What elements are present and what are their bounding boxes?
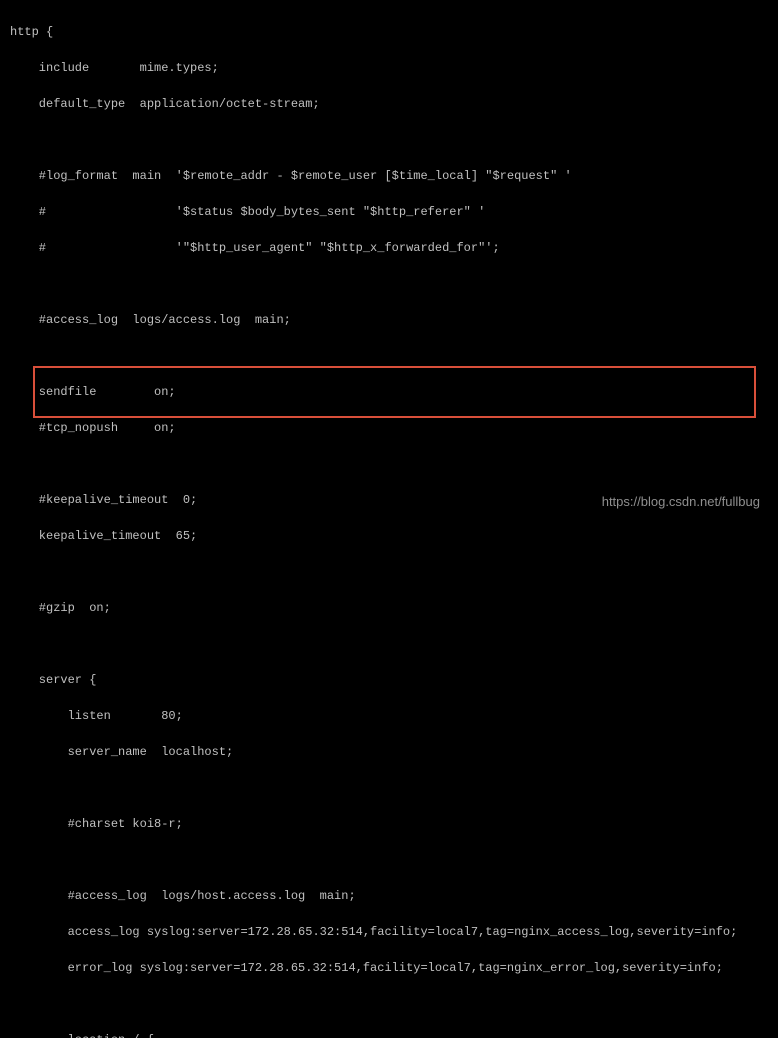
nginx-config-code: http { include mime.types; default_type … xyxy=(10,5,778,1038)
code-line: # '"$http_user_agent" "$http_x_forwarded… xyxy=(10,239,778,257)
code-line: #access_log logs/host.access.log main; xyxy=(10,887,778,905)
code-line: http { xyxy=(10,23,778,41)
code-line xyxy=(10,779,778,797)
code-line: access_log syslog:server=172.28.65.32:51… xyxy=(10,923,778,941)
code-line xyxy=(10,995,778,1013)
code-line: #access_log logs/access.log main; xyxy=(10,311,778,329)
code-line: include mime.types; xyxy=(10,59,778,77)
code-line xyxy=(10,635,778,653)
code-line xyxy=(10,851,778,869)
code-line: server_name localhost; xyxy=(10,743,778,761)
code-line: location / { xyxy=(10,1031,778,1038)
code-line: error_log syslog:server=172.28.65.32:514… xyxy=(10,959,778,977)
code-line: sendfile on; xyxy=(10,383,778,401)
code-line: keepalive_timeout 65; xyxy=(10,527,778,545)
code-line: #gzip on; xyxy=(10,599,778,617)
code-line: #charset koi8-r; xyxy=(10,815,778,833)
csdn-watermark: https://blog.csdn.net/fullbug xyxy=(602,492,760,512)
code-line: server { xyxy=(10,671,778,689)
code-line: #tcp_nopush on; xyxy=(10,419,778,437)
code-line xyxy=(10,347,778,365)
code-line xyxy=(10,455,778,473)
code-line xyxy=(10,131,778,149)
code-line: # '$status $body_bytes_sent "$http_refer… xyxy=(10,203,778,221)
code-line: #log_format main '$remote_addr - $remote… xyxy=(10,167,778,185)
code-line xyxy=(10,563,778,581)
code-line: default_type application/octet-stream; xyxy=(10,95,778,113)
code-line xyxy=(10,275,778,293)
code-line: listen 80; xyxy=(10,707,778,725)
